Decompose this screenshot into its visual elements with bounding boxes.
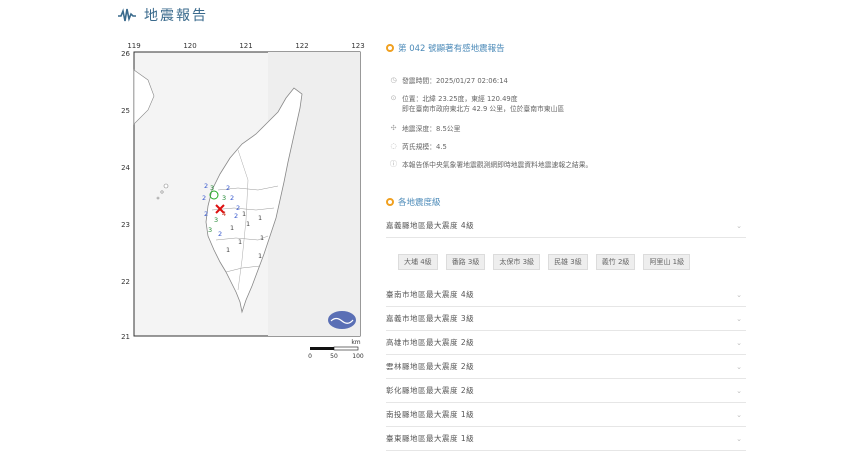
section-bullet-icon (386, 198, 394, 206)
info-icon: ⓘ (390, 160, 397, 168)
magnitude-icon: ◌ (390, 142, 397, 150)
lat-tick: 24 (121, 164, 130, 172)
scale-label: 50 (330, 353, 338, 360)
region-row-chiayi-county[interactable]: 嘉義縣地區最大震度 4級 ⌄ (386, 214, 746, 238)
lon-tick: 119 (127, 42, 140, 50)
station-chip: 番路 3級 (445, 254, 486, 270)
station-chips: 大埔 4級 番路 3級 太保市 3級 民雄 3級 義竹 2級 阿里山 1級 (398, 254, 691, 270)
scale-label: 0 (308, 353, 312, 360)
magnitude-text: 芮氏規模：4.5 (402, 143, 447, 151)
chevron-down-icon: ⌄ (736, 410, 742, 419)
depth-icon: ✣ (390, 124, 397, 132)
region-label: 嘉義市地區最大震度 3級 (386, 314, 475, 323)
region-label: 臺東縣地區最大震度 1級 (386, 434, 475, 443)
lat-tick: 23 (121, 221, 130, 229)
intensity-mark: 2 (204, 182, 208, 190)
chevron-down-icon: ⌄ (736, 434, 742, 443)
scale-bar: 0 50 100 km (308, 339, 364, 360)
region-row-kaohsiung-city[interactable]: 高雄市地區最大震度 2級 ⌄ (386, 331, 746, 355)
intensity-mark: 3 (208, 226, 212, 234)
intensity-mark: 1 (258, 214, 262, 222)
chevron-down-icon: ⌄ (736, 338, 742, 347)
station-chip: 民雄 3級 (548, 254, 588, 270)
location-row: ⊙ 位置：北緯 23.25度，東經 120.49度 即在臺南市政府東北方 42.… (390, 94, 565, 114)
region-row-taitung-county[interactable]: 臺東縣地區最大震度 1級 ⌄ (386, 427, 746, 451)
lon-tick: 120 (183, 42, 196, 50)
region-row-changhua-county[interactable]: 彰化縣地區最大震度 2級 ⌄ (386, 379, 746, 403)
intensity-mark: 3 (214, 216, 218, 224)
intensity-mark: 4 (222, 210, 226, 218)
intensity-mark: 2 (204, 210, 208, 218)
chevron-down-icon: ⌄ (736, 290, 742, 299)
region-label: 臺南市地區最大震度 4級 (386, 290, 475, 299)
region-label: 南投縣地區最大震度 1級 (386, 410, 475, 419)
depth-row: ✣ 地震深度：8.5公里 (390, 124, 461, 134)
intensity-mark: 1 (226, 246, 230, 254)
location-detail-text: 即在臺南市政府東北方 42.9 公里，位於臺南市東山區 (402, 105, 565, 113)
intensity-mark: 1 (238, 238, 242, 246)
chevron-down-icon: ⌄ (736, 314, 742, 323)
station-chip: 太保市 3級 (493, 254, 541, 270)
scale-unit: km (351, 339, 360, 346)
intensity-mark: 2 (236, 204, 240, 212)
intensity-mark: 1 (230, 224, 234, 232)
map-graphic: 119 120 121 122 123 26 25 24 23 22 21 22… (121, 42, 365, 360)
location-text: 位置：北緯 23.25度，東經 120.49度 (402, 95, 518, 103)
intensity-mark: 2 (230, 194, 234, 202)
region-row-chiayi-city[interactable]: 嘉義市地區最大震度 3級 ⌄ (386, 307, 746, 331)
lon-tick: 122 (295, 42, 308, 50)
region-row-yunlin-county[interactable]: 雲林縣地區最大震度 2級 ⌄ (386, 355, 746, 379)
time-text: 發震時間：2025/01/27 02:06:14 (402, 77, 508, 85)
report-bullet-icon (386, 44, 394, 52)
cwa-logo-icon (328, 311, 356, 329)
chevron-down-icon: ⌄ (736, 221, 742, 230)
lon-tick: 121 (239, 42, 252, 50)
clock-icon: ◷ (390, 76, 397, 84)
report-title-row: 第 042 號顯著有感地震報告 (386, 42, 505, 54)
station-chip: 義竹 2級 (595, 254, 636, 270)
region-label: 嘉義縣地區最大震度 4級 (386, 221, 475, 230)
region-label: 彰化縣地區最大震度 2級 (386, 386, 475, 395)
chevron-down-icon: ⌄ (736, 386, 742, 395)
intensity-section-title: 各地震度級 (398, 198, 441, 208)
chevron-down-icon: ⌄ (736, 362, 742, 371)
intensity-mark: 1 (242, 210, 246, 218)
location-pin-icon: ⊙ (390, 94, 397, 102)
intensity-mark: 3 (210, 184, 214, 192)
seismograph-icon (118, 8, 136, 22)
report-title: 第 042 號顯著有感地震報告 (398, 44, 505, 54)
scale-label: 100 (352, 353, 364, 360)
lat-tick: 22 (121, 278, 130, 286)
station-chip: 大埔 4級 (398, 254, 438, 270)
intensity-mark: 2 (202, 194, 206, 202)
depth-text: 地震深度：8.5公里 (402, 125, 461, 133)
intensity-mark: 2 (234, 212, 238, 220)
region-label: 雲林縣地區最大震度 2級 (386, 362, 475, 371)
note-row: ⓘ 本報告係中央氣象署地震觀測網即時地震資料地震速報之結果。 (390, 160, 592, 170)
page-title: 地震報告 (144, 8, 208, 24)
intensity-mark: 1 (246, 220, 250, 228)
intensity-mark: 1 (260, 234, 264, 242)
lat-tick: 25 (121, 107, 130, 115)
note-text: 本報告係中央氣象署地震觀測網即時地震資料地震速報之結果。 (402, 161, 593, 169)
region-label: 高雄市地區最大震度 2級 (386, 338, 475, 347)
intensity-section-title-row: 各地震度級 (386, 196, 441, 208)
lat-tick: 26 (121, 50, 130, 58)
region-row-nantou-county[interactable]: 南投縣地區最大震度 1級 ⌄ (386, 403, 746, 427)
lat-tick: 21 (121, 333, 130, 341)
magnitude-row: ◌ 芮氏規模：4.5 (390, 142, 447, 152)
intensity-mark: 1 (258, 252, 262, 260)
time-row: ◷ 發震時間：2025/01/27 02:06:14 (390, 76, 508, 86)
lon-tick: 123 (351, 42, 364, 50)
page-header: 地震報告 (118, 4, 208, 26)
earthquake-map[interactable]: 119 120 121 122 123 26 25 24 23 22 21 22… (118, 40, 370, 364)
intensity-mark: 2 (226, 184, 230, 192)
intensity-mark: 2 (218, 230, 222, 238)
station-chip: 阿里山 1級 (643, 254, 691, 270)
intensity-mark: 3 (222, 194, 226, 202)
region-row-tainan-city[interactable]: 臺南市地區最大震度 4級 ⌄ (386, 283, 746, 307)
